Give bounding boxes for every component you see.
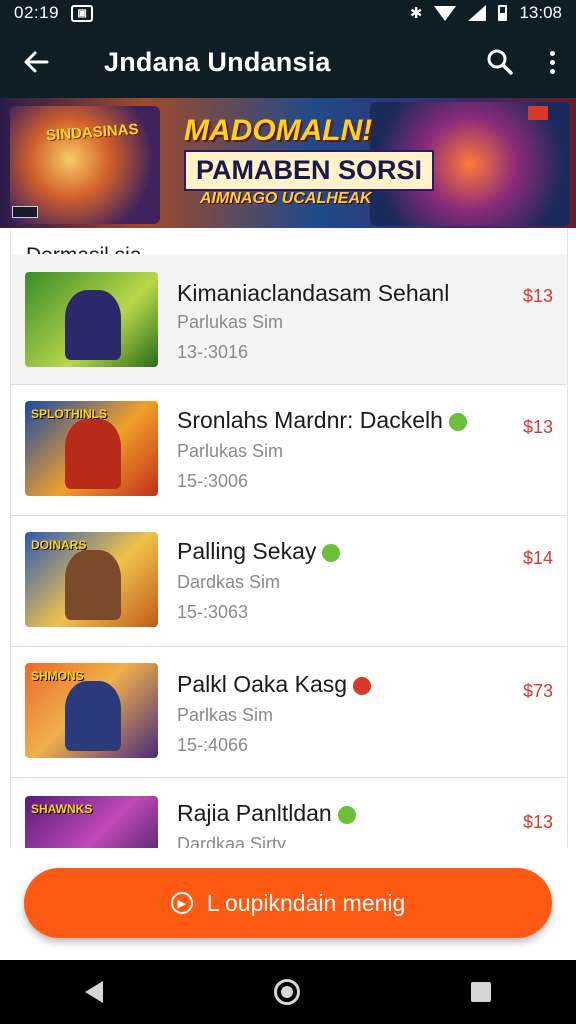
more-dot-icon [549, 68, 555, 74]
app-bar-actions [472, 26, 576, 98]
cta-label: L oupikndain menig [206, 889, 406, 916]
nav-recents-icon[interactable] [470, 982, 491, 1002]
item-title: Kimaniaclandasam Sehanl [177, 280, 450, 306]
list-item[interactable]: Kimaniaclandasam Sehanl Parlukas Sim 13-… [11, 254, 567, 385]
status-time-left: 02:19 [14, 3, 60, 22]
item-title: Palling Sekay [177, 538, 341, 565]
bluetooth-icon: ✱ [409, 5, 423, 22]
banner-headline: MADOMALN! [184, 114, 373, 147]
page-title: Jndana Undansia [104, 46, 331, 77]
item-subtitle: Parlkas Sim [177, 705, 274, 725]
nav-home-icon[interactable] [273, 979, 300, 1005]
list-item[interactable]: SHAWNKS Rajia Panltldan Dardkaa Sirty $1… [11, 778, 567, 848]
promo-banner[interactable]: SINDASINAS MADOMALN! PAMABEN SORSI AIMNA… [0, 98, 576, 228]
ticket-icon [337, 805, 356, 824]
item-subtitle: Parlukas Sim [177, 441, 284, 461]
ticket-icon [322, 543, 341, 562]
app-bar: Jndana Undansia [0, 26, 576, 98]
item-thumbnail: SHAWNKS [25, 796, 158, 848]
list-item[interactable]: SPLOTHINLS Sronlahs Mardnr: Dackelh Parl… [11, 385, 567, 516]
status-icons: ✱ 13:08 [410, 3, 562, 23]
item-meta: 15-:3006 [177, 471, 249, 491]
play-circle-icon: ▶ [170, 892, 193, 914]
mail-icon [528, 106, 548, 120]
primary-action-button[interactable]: ▶ L oupikndain menig [24, 868, 552, 938]
search-button[interactable] [472, 26, 528, 98]
more-dot-icon [549, 59, 555, 65]
item-meta: 15-:4066 [177, 735, 249, 755]
item-title: Rajia Panltldan [177, 800, 356, 827]
notification-icon: ▣ [71, 4, 94, 22]
list-item[interactable]: SHMONS Palkl Oaka Kasg Parlkas Sim 15-:4… [11, 647, 567, 778]
item-price: $13 [522, 812, 553, 832]
item-meta: 15-:3063 [177, 602, 249, 622]
item-thumbnail: SHMONS [25, 663, 158, 758]
item-thumbnail: SPLOTHINLS [25, 401, 158, 496]
item-title: Palkl Oaka Kasg [177, 671, 372, 698]
item-thumbnail [25, 272, 158, 367]
item-title-text: Rajia Panltldan [177, 800, 332, 826]
ticket-icon [448, 412, 467, 431]
item-thumbnail: DOINARS [25, 532, 158, 627]
item-title-text: Palling Sekay [177, 538, 317, 564]
game-list: Dermasil sia Kimaniaclandasam Sehanl Par… [10, 228, 568, 848]
item-title: Sronlahs Mardnr: Dackelh [177, 407, 467, 434]
system-nav-bar [0, 960, 576, 1024]
more-dot-icon [549, 50, 555, 56]
list-item[interactable]: DOINARS Palling Sekay Dardkas Sim 15-:30… [11, 516, 567, 647]
item-price: $73 [522, 681, 553, 701]
battery-icon [498, 5, 508, 21]
item-title-text: Palkl Oaka Kasg [177, 671, 348, 697]
item-subtitle: Dardkaa Sirty [177, 834, 287, 848]
thumbnail-art [65, 419, 121, 489]
banner-tagline: AIMNAGO UCALHEAK [200, 190, 372, 207]
item-price: $14 [522, 548, 553, 568]
thumbnail-label: SHMONS [31, 669, 84, 683]
item-title-text: Sronlahs Mardnr: Dackelh [177, 407, 443, 433]
nav-back-icon[interactable] [85, 981, 104, 1003]
signal-icon [468, 5, 487, 21]
thumbnail-label: SHAWNKS [31, 802, 93, 816]
wifi-icon [434, 5, 457, 21]
target-icon [353, 676, 372, 695]
thumbnail-art [65, 290, 121, 360]
item-subtitle: Dardkas Sim [177, 572, 281, 592]
back-button[interactable] [0, 26, 72, 98]
thumbnail-art [65, 550, 121, 620]
thumbnail-label: DOINARS [31, 538, 87, 552]
more-options-button[interactable] [528, 26, 576, 98]
banner-subline: PAMABEN SORSI [184, 150, 435, 191]
arrow-left-icon [24, 51, 49, 73]
status-time-right: 13:08 [519, 3, 562, 22]
status-bar: 02:19 ▣ ✱ 13:08 [0, 0, 576, 26]
cta-container: ▶ L oupikndain menig [0, 848, 576, 960]
item-price: $13 [522, 286, 553, 306]
item-meta: 13-:3016 [177, 342, 249, 362]
item-price: $13 [522, 417, 553, 437]
thumbnail-art [65, 681, 121, 751]
item-subtitle: Parlukas Sim [177, 312, 284, 332]
search-icon [487, 49, 513, 75]
banner-chip [12, 206, 38, 218]
